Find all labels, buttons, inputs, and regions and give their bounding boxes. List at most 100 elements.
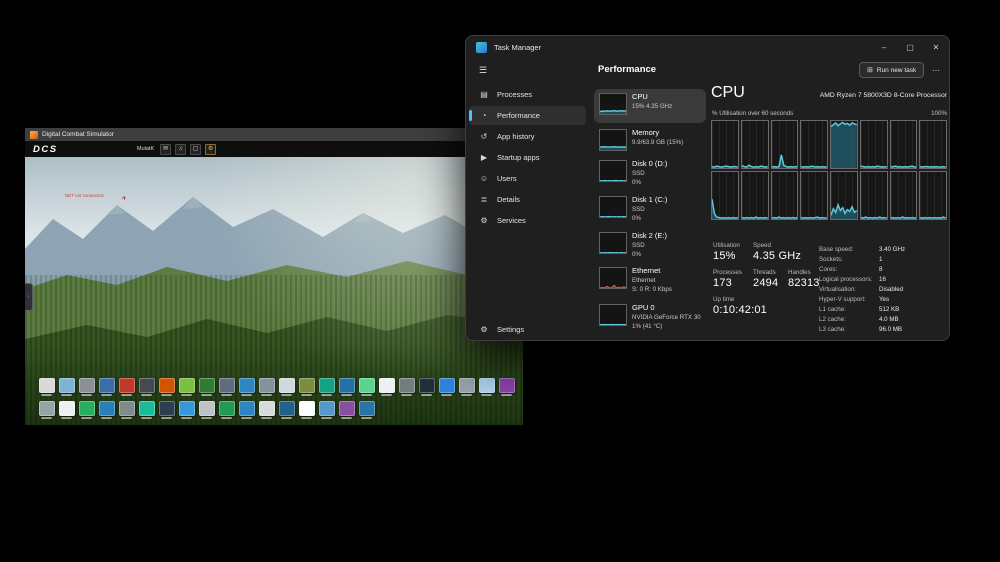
module-icon[interactable] — [318, 401, 335, 419]
cpu-core-graph-1 — [740, 120, 769, 169]
sidebar-item-label: App history — [497, 132, 535, 141]
sidebar-item-services[interactable]: ⚙ Services — [466, 210, 590, 231]
perf-card-gpu[interactable]: GPU 0 NVIDIA GeForce RTX 30 1% (41 °C) — [594, 300, 706, 333]
minimize-button[interactable]: – — [871, 36, 897, 58]
spec-row: L1 cache: 512 KB — [819, 305, 900, 313]
task-manager-titlebar[interactable]: Task Manager – ▢ ✕ — [466, 36, 949, 58]
task-manager-title: Task Manager — [494, 42, 542, 52]
module-icon[interactable] — [318, 378, 335, 396]
mail-icon[interactable]: ✉ — [160, 143, 172, 155]
cpu-core-graph-4 — [830, 120, 858, 169]
performance-icon: ◔ — [481, 111, 487, 120]
module-icon[interactable] — [238, 378, 255, 396]
card-title: Disk 2 (E:) — [632, 231, 668, 240]
dcs-app-icon — [30, 130, 38, 139]
graph-caption: % Utilisation over 60 seconds — [712, 110, 794, 117]
cpu-core-graph-8 — [711, 171, 739, 220]
sidebar-item-startup-apps[interactable]: ▶ Startup apps — [466, 147, 590, 168]
sidebar-item-app-history[interactable]: ↺ App history — [466, 126, 590, 147]
module-icon[interactable] — [78, 401, 95, 419]
perf-card-disk1[interactable]: Disk 1 (C:) SSD 0% — [594, 192, 706, 223]
module-icon[interactable] — [38, 401, 55, 419]
sidebar-item-performance[interactable]: ◔ Performance — [466, 105, 590, 126]
module-icon[interactable] — [438, 378, 455, 396]
cpu-core-graph-7 — [919, 120, 947, 169]
stat-uptime: Up time 0:10:42:01 — [713, 296, 767, 316]
hamburger-menu-icon[interactable]: ☰ — [474, 61, 492, 79]
module-icon[interactable] — [118, 378, 135, 396]
module-icon[interactable] — [358, 401, 375, 419]
cpu-core-graph-2 — [770, 120, 799, 169]
connection-warning-text: NET not connected — [65, 193, 104, 198]
more-options-button[interactable]: ⋯ — [928, 63, 944, 77]
sidebar-settings: ⚙ Settings — [466, 319, 590, 340]
stat-speed: Speed 4.35 GHz — [753, 242, 802, 262]
maximize-button[interactable]: ▢ — [897, 36, 923, 58]
module-icon[interactable] — [478, 378, 495, 396]
module-icon[interactable] — [338, 401, 355, 419]
display-icon[interactable]: ▢ — [190, 143, 202, 155]
module-icon[interactable] — [238, 401, 255, 419]
module-icon[interactable] — [338, 378, 355, 396]
module-icon[interactable] — [398, 378, 415, 396]
cpu-core-graph-11 — [800, 171, 828, 220]
spec-row: Hyper-V support: Yes — [819, 295, 890, 303]
module-icon[interactable] — [378, 378, 395, 396]
new-task-icon: ⊞ — [867, 67, 873, 74]
module-icon[interactable] — [178, 378, 195, 396]
gear-icon[interactable]: ⚙ — [205, 143, 217, 155]
perf-card-disk0[interactable]: Disk 0 (D:) SSD 0% — [594, 156, 706, 187]
module-icon[interactable] — [258, 378, 275, 396]
module-icon[interactable] — [138, 378, 155, 396]
close-button[interactable]: ✕ — [923, 36, 949, 58]
module-icon[interactable] — [278, 401, 295, 419]
disk1-mini-graph — [599, 196, 627, 218]
module-icon[interactable] — [278, 378, 295, 396]
cpu-mini-graph — [599, 93, 627, 115]
memory-mini-graph — [599, 129, 627, 151]
perf-card-cpu[interactable]: CPU 15% 4.35 GHz — [594, 89, 706, 123]
module-icon[interactable] — [298, 378, 315, 396]
module-icon[interactable] — [78, 378, 95, 396]
perf-card-disk2[interactable]: Disk 2 (E:) SSD 0% — [594, 228, 706, 259]
cpu-core-graph-10 — [770, 171, 799, 220]
module-icon[interactable] — [418, 378, 435, 396]
module-icon[interactable] — [178, 401, 195, 419]
module-icon[interactable] — [258, 401, 275, 419]
run-new-task-label: Run new task — [876, 66, 917, 74]
module-icon[interactable] — [198, 378, 215, 396]
module-icon[interactable] — [298, 401, 315, 419]
module-icon[interactable] — [138, 401, 155, 419]
spec-row: Base speed: 3.40 GHz — [819, 245, 906, 253]
sidebar-item-details[interactable]: ≣ Details — [466, 189, 590, 210]
module-icon[interactable] — [58, 401, 75, 419]
run-new-task-button[interactable]: ⊞ Run new task — [859, 62, 925, 78]
module-icon[interactable] — [38, 378, 55, 396]
perf-card-memory[interactable]: Memory 9.9/63.9 GB (15%) — [594, 125, 706, 153]
module-icon[interactable] — [498, 378, 515, 396]
module-icon[interactable] — [198, 401, 215, 419]
module-icon[interactable] — [218, 378, 235, 396]
perf-card-ethernet[interactable]: Ethernet Ethernet S: 0 R: 0 Kbps — [594, 263, 706, 296]
card-detail: Ethernet — [632, 277, 656, 285]
module-icon[interactable] — [158, 401, 175, 419]
module-icon[interactable] — [218, 401, 235, 419]
dcs-titlebar[interactable]: Digital Combat Simulator — [25, 128, 523, 141]
module-icon[interactable] — [158, 378, 175, 396]
module-icon[interactable] — [458, 378, 475, 396]
sidebar-item-settings[interactable]: ⚙ Settings — [466, 319, 590, 340]
sidebar-item-processes[interactable]: ▤ Processes — [466, 84, 590, 105]
dcs-window-title: Digital Combat Simulator — [42, 131, 114, 138]
audio-icon[interactable]: ♫ — [175, 143, 187, 155]
cpu-core-graph-13 — [859, 171, 888, 220]
module-icon[interactable] — [118, 401, 135, 419]
module-icon[interactable] — [98, 378, 115, 396]
dcs-window: Digital Combat Simulator DCS MulatK ✉ ♫ … — [25, 128, 523, 425]
sidebar-item-users[interactable]: ☺ Users — [466, 168, 590, 189]
side-panel-tab[interactable]: › — [25, 283, 33, 311]
cpu-core-graph-14 — [889, 171, 918, 220]
module-icon[interactable] — [98, 401, 115, 419]
module-icon[interactable] — [58, 378, 75, 396]
module-icon[interactable] — [358, 378, 375, 396]
sidebar-item-label: Startup apps — [497, 153, 540, 162]
